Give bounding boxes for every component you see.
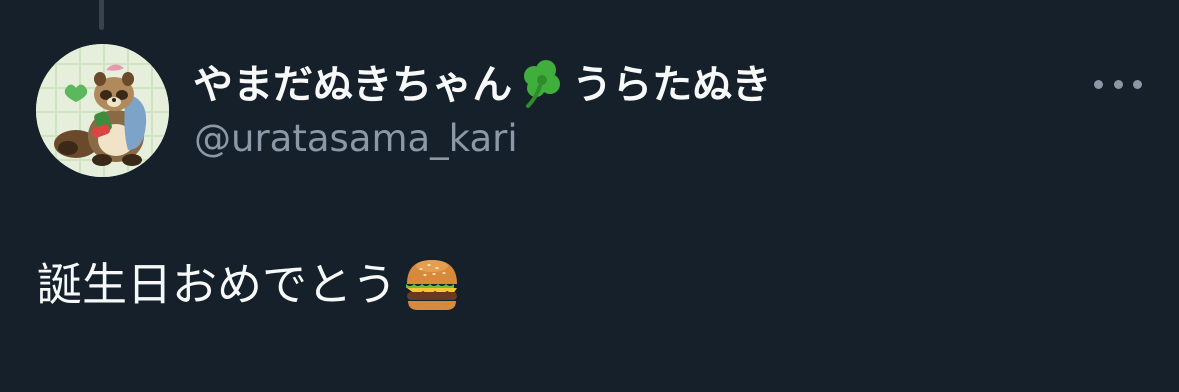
tweet-body: 誕生日おめでとう: [37, 253, 463, 317]
author-display-name-suffix[interactable]: うらたぬき: [572, 58, 771, 112]
tweet-text: 誕生日おめでとう: [37, 258, 398, 311]
more-options-icon-dot: [1113, 79, 1123, 89]
shamrock-icon: [512, 58, 572, 112]
author-handle[interactable]: @uratasama_kari: [194, 115, 518, 163]
thread-connector-line: [99, 0, 104, 30]
author-display-name[interactable]: やまだぬきちゃん: [193, 58, 512, 112]
more-options-icon-dot: [1133, 79, 1142, 89]
tanuki-avatar-icon: [36, 44, 169, 177]
hamburger-icon: [401, 254, 463, 316]
more-options-button[interactable]: [1094, 70, 1142, 98]
tweet-container[interactable]: やまだぬきちゃん うらたぬき @uratasama_kari 誕生日おめでとう: [0, 0, 1179, 392]
avatar[interactable]: [36, 44, 169, 177]
author-name-row[interactable]: やまだぬきちゃん うらたぬき: [193, 58, 771, 112]
more-options-icon: [1094, 79, 1103, 89]
